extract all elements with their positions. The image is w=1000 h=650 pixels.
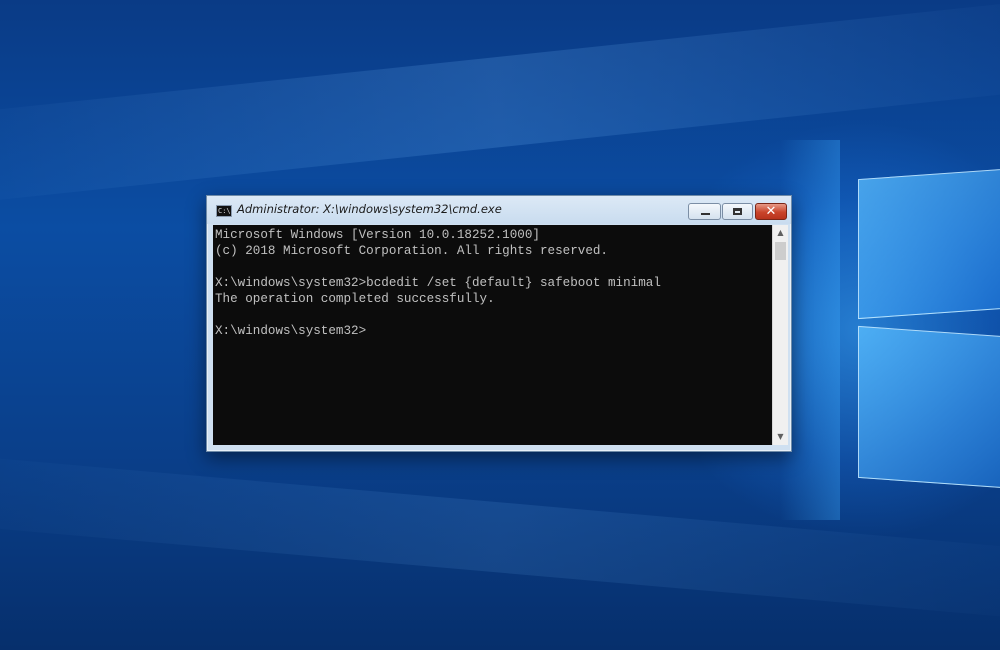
title-bar[interactable]: C:\ Administrator: X:\windows\system32\c… bbox=[207, 196, 791, 224]
vertical-scrollbar[interactable]: ▲ ▼ bbox=[772, 225, 788, 445]
maximize-button[interactable] bbox=[722, 203, 753, 220]
console-output[interactable]: Microsoft Windows [Version 10.0.18252.10… bbox=[213, 225, 772, 445]
console-line: X:\windows\system32>bcdedit /set {defaul… bbox=[215, 276, 661, 290]
scrollbar-thumb[interactable] bbox=[775, 242, 786, 260]
cmd-window[interactable]: C:\ Administrator: X:\windows\system32\c… bbox=[206, 195, 792, 452]
windows-logo-pane-bottom bbox=[858, 325, 1000, 493]
maximize-icon bbox=[733, 208, 742, 215]
minimize-icon bbox=[701, 213, 710, 215]
scroll-up-icon[interactable]: ▲ bbox=[773, 225, 788, 241]
console-line: The operation completed successfully. bbox=[215, 292, 495, 306]
cmd-app-icon[interactable]: C:\ bbox=[216, 205, 232, 217]
windows-logo-pane-top bbox=[858, 164, 1000, 320]
console-line: Microsoft Windows [Version 10.0.18252.10… bbox=[215, 228, 540, 242]
console-line: (c) 2018 Microsoft Corporation. All righ… bbox=[215, 244, 608, 258]
scroll-down-icon[interactable]: ▼ bbox=[773, 429, 788, 445]
console-text: Microsoft Windows [Version 10.0.18252.10… bbox=[215, 227, 661, 339]
close-button[interactable]: ✕ bbox=[755, 203, 787, 220]
console-prompt-line[interactable]: X:\windows\system32> bbox=[215, 323, 661, 339]
minimize-button[interactable] bbox=[688, 203, 721, 220]
close-icon: ✕ bbox=[765, 204, 777, 219]
window-title: Administrator: X:\windows\system32\cmd.e… bbox=[237, 202, 502, 216]
